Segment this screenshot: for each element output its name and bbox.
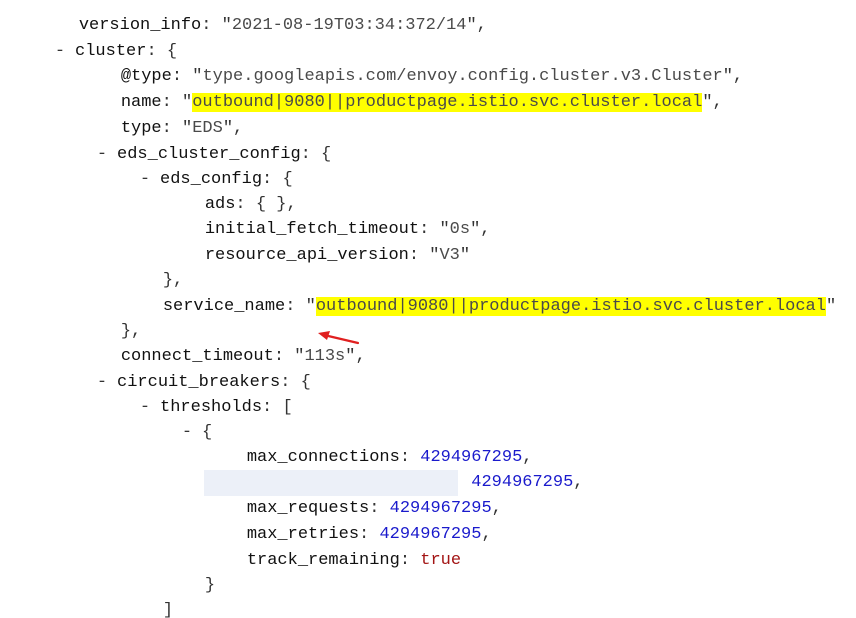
json-line-close-brace: }, xyxy=(120,322,142,341)
json-line-close-brace: }, xyxy=(80,597,141,618)
collapse-toggle-icon[interactable]: - xyxy=(140,167,150,193)
json-line-eds-cluster-config: - eds_cluster_config: { xyxy=(56,116,331,164)
json-line-max-requests[interactable]: max_requests: 4294967295, xyxy=(204,470,502,518)
json-line-cluster: - cluster: { xyxy=(14,13,177,61)
json-line-close-brace: }, xyxy=(162,271,184,290)
json-key: resource_api_version xyxy=(204,246,409,265)
json-line-close-bracket: ] xyxy=(162,601,174,618)
json-line-type-at: @type: "type.googleapis.com/envoy.config… xyxy=(120,67,744,86)
red-arrow-icon xyxy=(318,331,360,345)
json-line-initial-fetch-timeout: initial_fetch_timeout: "0s", xyxy=(204,220,491,239)
json-string-value: V3 xyxy=(439,246,460,265)
collapse-toggle-icon[interactable]: - xyxy=(55,39,65,65)
json-line-track-remaining: track_remaining: true xyxy=(246,551,462,570)
json-line-resource-api-version: resource_api_version: "V3" xyxy=(204,246,471,265)
json-string-value-highlighted: outbound|9080||productpage.istio.svc.clu… xyxy=(315,297,826,316)
json-line-array-item: -{ xyxy=(141,394,212,442)
collapse-toggle-icon[interactable]: - xyxy=(182,420,192,446)
json-key: service_name xyxy=(162,297,286,316)
json-key: track_remaining xyxy=(246,551,400,570)
json-line-ads: ads: { }, xyxy=(204,195,297,214)
json-line-service-name: service_name: "outbound|9080||productpag… xyxy=(162,297,837,316)
json-line-max-connections: max_connections: 4294967295, xyxy=(246,448,533,467)
json-line-max-pending-requests: max_pending_requests: 4294967295, xyxy=(206,444,584,492)
json-viewer: version_info: "2021-08-19T03:34:372/14",… xyxy=(0,0,856,618)
json-line-eds-config: - eds_config: { xyxy=(99,141,293,189)
json-string-value: 2021-08-19T03:34:372/14 xyxy=(231,16,467,35)
json-line-thresholds: - thresholds: [ xyxy=(99,369,293,417)
json-line-version-info: version_info: "2021-08-19T03:34:372/14", xyxy=(78,16,487,35)
json-line-type: type: "EDS", xyxy=(120,119,244,138)
json-number-value: 4294967295 xyxy=(471,473,574,492)
json-line-name: name: "outbound|9080||productpage.istio.… xyxy=(120,93,723,112)
json-boolean-value: true xyxy=(420,551,462,570)
json-line-circuit-breakers: - circuit_breakers: { xyxy=(56,344,311,392)
json-line-close-brace: } xyxy=(204,576,216,595)
json-string-value-highlighted: outbound|9080||productpage.istio.svc.clu… xyxy=(192,93,703,112)
json-line-max-retries: max_retries: 4294967295, xyxy=(246,525,492,544)
